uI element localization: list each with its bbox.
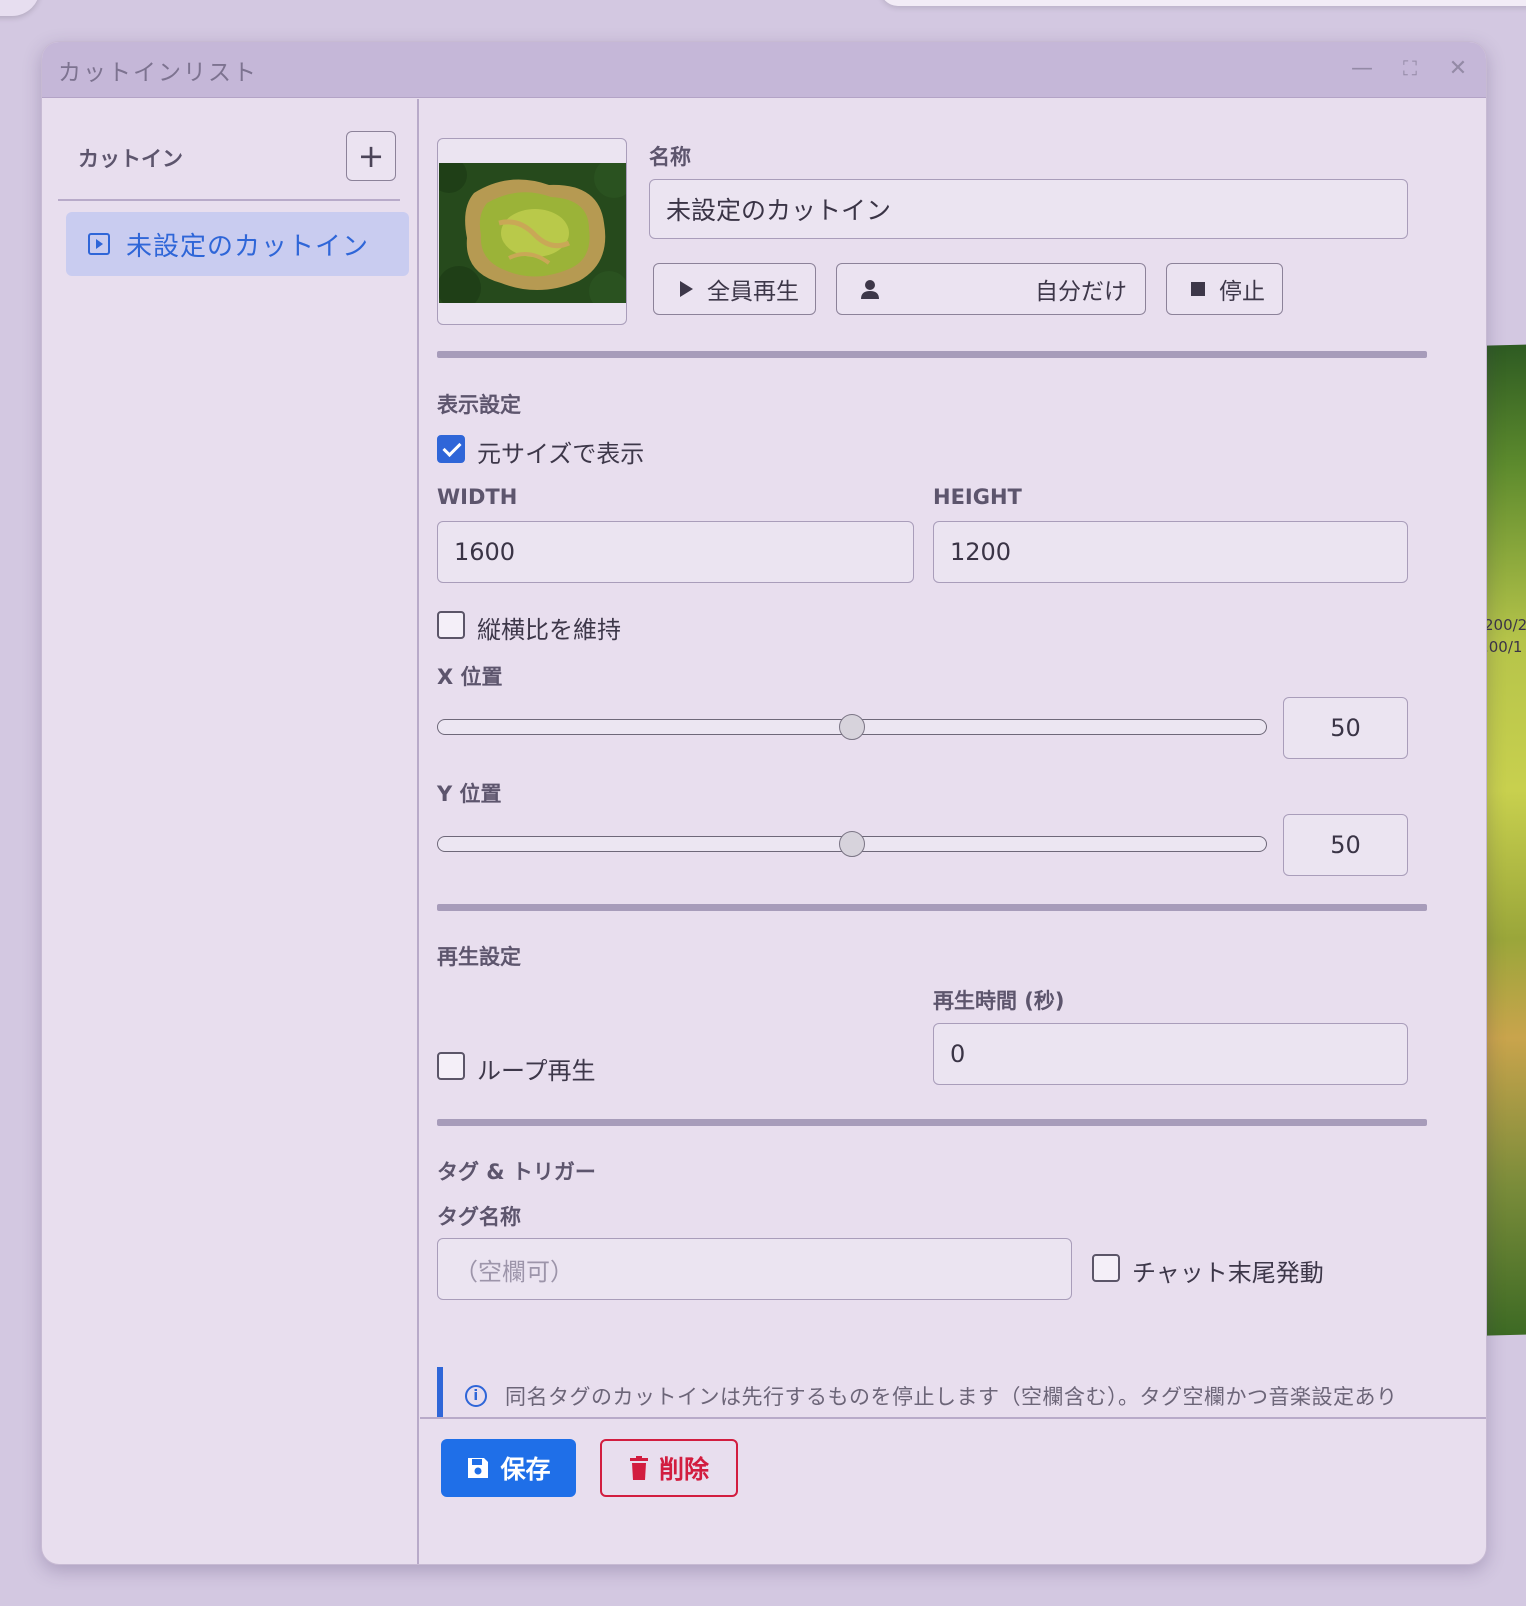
- window-titlebar[interactable]: カットインリスト — ⛶ ✕: [42, 42, 1486, 98]
- minimize-icon[interactable]: —: [1348, 54, 1376, 82]
- duration-label: 再生時間 (秒): [933, 989, 1065, 1013]
- trash-icon: [629, 1456, 648, 1480]
- y-position-label: Y 位置: [437, 782, 502, 806]
- original-size-checkbox[interactable]: [437, 435, 465, 463]
- delete-button[interactable]: 削除: [600, 1439, 738, 1497]
- chat-trigger-checkbox[interactable]: [1092, 1254, 1120, 1282]
- x-position-label: X 位置: [437, 665, 503, 689]
- tag-info-note: i 同名タグのカットインは先行するものを停止します（空欄含む）。タグ空欄かつ音楽…: [437, 1367, 1427, 1417]
- x-position-slider-thumb[interactable]: [839, 714, 865, 740]
- y-position-slider-thumb[interactable]: [839, 831, 865, 857]
- background-panel-top: [880, 0, 1526, 6]
- background-map-text-1: 200/2: [1484, 616, 1526, 634]
- name-label: 名称: [649, 145, 691, 169]
- display-settings-heading: 表示設定: [437, 393, 521, 417]
- close-icon[interactable]: ✕: [1444, 54, 1472, 82]
- play-self-label: 自分だけ: [1035, 279, 1127, 305]
- add-cutin-button[interactable]: +: [346, 131, 396, 181]
- chat-trigger-label: チャット末尾発動: [1132, 1259, 1324, 1287]
- keep-ratio-label: 縦横比を維持: [477, 616, 621, 644]
- loop-label: ループ再生: [477, 1057, 596, 1085]
- save-button[interactable]: 保存: [441, 1439, 576, 1497]
- play-icon: [680, 281, 693, 297]
- cutin-editor: 名称 未設定のカットイン 全員再生 自分だけ 停止 表示設定 元サイズで表示 W…: [420, 99, 1486, 1417]
- y-position-input[interactable]: 50: [1283, 814, 1408, 876]
- play-all-button[interactable]: 全員再生: [653, 263, 816, 315]
- maximize-icon[interactable]: ⛶: [1396, 54, 1424, 82]
- play-self-button[interactable]: 自分だけ: [836, 263, 1146, 315]
- editor-footer: 保存 削除: [420, 1417, 1486, 1564]
- section-divider: [437, 351, 1427, 358]
- user-icon: [861, 280, 879, 299]
- playback-settings-heading: 再生設定: [437, 945, 521, 969]
- name-input[interactable]: 未設定のカットイン: [649, 179, 1408, 239]
- delete-label: 削除: [658, 1455, 709, 1484]
- info-icon: i: [465, 1385, 487, 1407]
- stop-button[interactable]: 停止: [1166, 263, 1283, 315]
- window-title: カットインリスト: [58, 59, 258, 86]
- sidebar-header: カットイン +: [58, 121, 400, 201]
- cutin-image-thumbnail[interactable]: [437, 138, 627, 325]
- tag-trigger-heading: タグ & トリガー: [437, 1160, 596, 1184]
- stop-icon: [1191, 282, 1205, 296]
- sidebar-item-cutin[interactable]: 未設定のカットイン: [66, 212, 409, 276]
- loop-checkbox[interactable]: [437, 1052, 465, 1080]
- cutin-list-window: カットインリスト — ⛶ ✕ カットイン + 未設定のカットイン 名称 未設定の…: [41, 41, 1487, 1565]
- sidebar-item-label: 未設定のカットイン: [126, 231, 370, 262]
- save-label: 保存: [500, 1455, 551, 1484]
- width-input[interactable]: 1600: [437, 521, 914, 583]
- tag-name-input[interactable]: （空欄可）: [437, 1238, 1072, 1300]
- background-map-text-2: .00/1: [1484, 638, 1523, 656]
- cutin-sidebar: カットイン + 未設定のカットイン: [42, 99, 419, 1564]
- duration-input[interactable]: 0: [933, 1023, 1408, 1085]
- sidebar-heading: カットイン: [78, 147, 183, 171]
- floppy-disk-icon: [468, 1458, 489, 1478]
- tag-name-label: タグ名称: [437, 1205, 521, 1229]
- section-divider: [437, 904, 1427, 911]
- background-panel-left: [0, 0, 40, 16]
- height-input[interactable]: 1200: [933, 521, 1408, 583]
- x-position-input[interactable]: 50: [1283, 697, 1408, 759]
- play-square-icon: [88, 233, 110, 255]
- stop-label: 停止: [1219, 279, 1265, 305]
- play-all-label: 全員再生: [707, 279, 799, 305]
- section-divider: [437, 1119, 1427, 1126]
- original-size-label: 元サイズで表示: [477, 440, 645, 468]
- keep-ratio-checkbox[interactable]: [437, 611, 465, 639]
- plus-icon: +: [357, 137, 385, 175]
- map-thumbnail-image: [439, 163, 626, 303]
- height-label: HEIGHT: [933, 485, 1022, 509]
- tag-info-text: 同名タグのカットインは先行するものを停止します（空欄含む）。タグ空欄かつ音楽設定…: [505, 1385, 1398, 1409]
- width-label: WIDTH: [437, 485, 518, 509]
